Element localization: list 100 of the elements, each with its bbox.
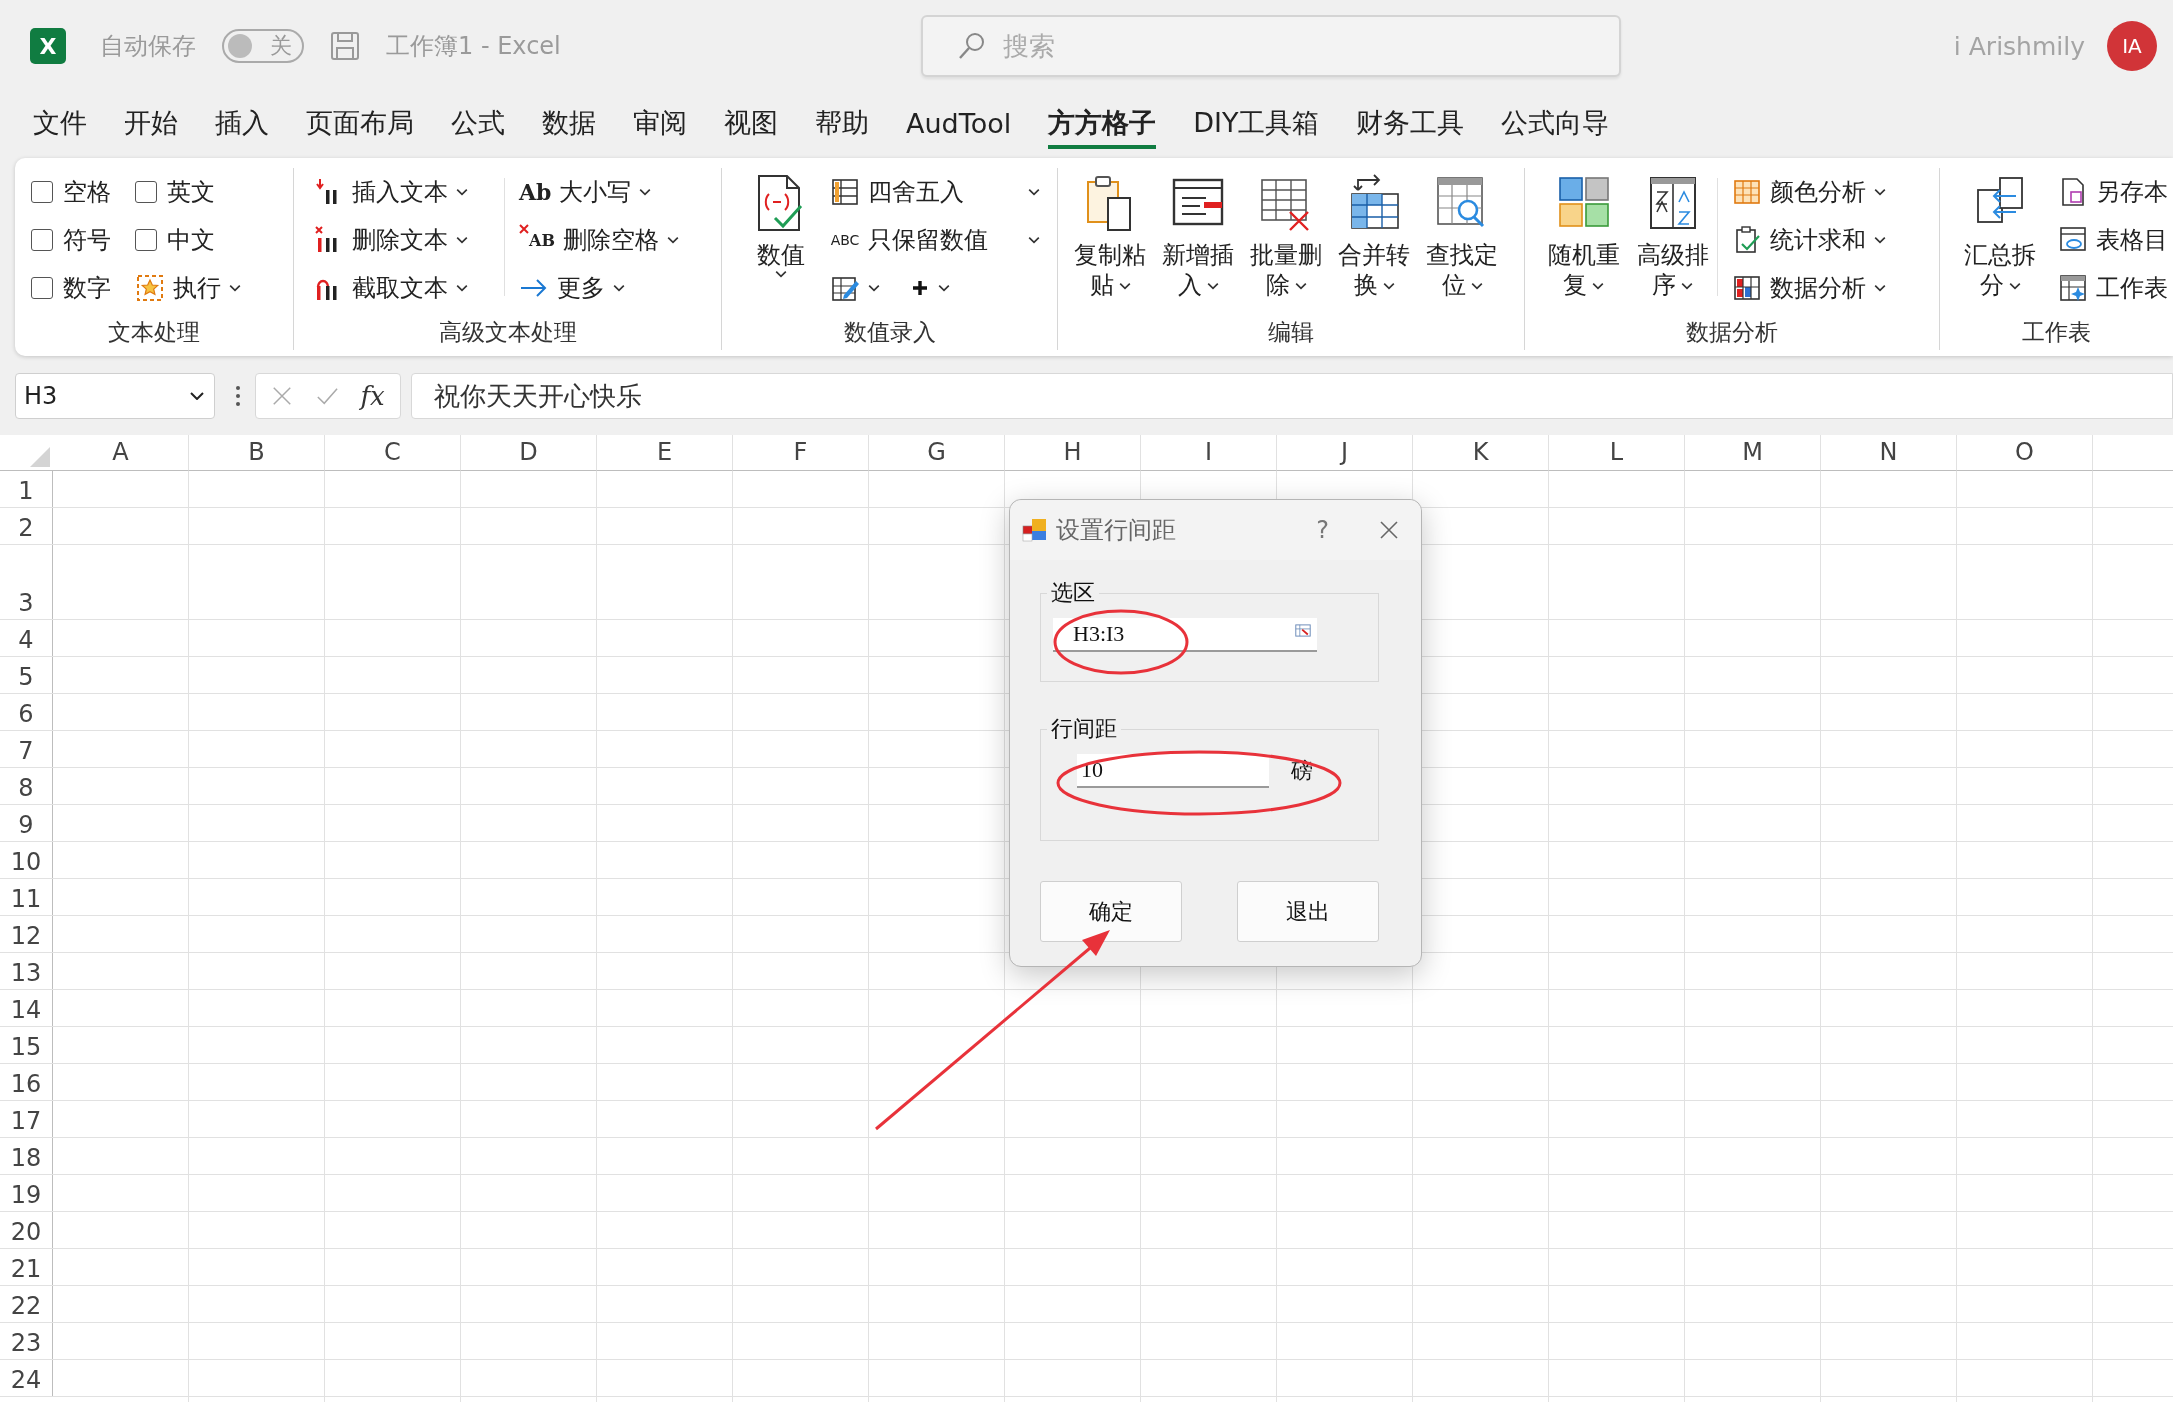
worksheet-tool-button[interactable]: 另存本 — [2058, 168, 2168, 216]
name-box[interactable]: H3 — [15, 373, 215, 419]
range-field[interactable]: H3:I3 — [1053, 618, 1317, 652]
checkbox[interactable] — [31, 181, 53, 203]
help-button[interactable]: ? — [1316, 516, 1329, 544]
grid-icon — [830, 177, 860, 207]
column-header[interactable]: G — [869, 435, 1005, 471]
menu-tab[interactable]: DIY工具箱 — [1193, 97, 1320, 149]
column-header[interactable]: H — [1005, 435, 1141, 471]
edit-tool-button[interactable]: 查找定位 — [1418, 168, 1506, 314]
menu-tab[interactable]: 页面布局 — [306, 97, 414, 149]
column-header[interactable]: A — [53, 435, 189, 471]
menu-tab[interactable]: 公式 — [451, 97, 505, 149]
menu-tab[interactable]: 帮助 — [815, 97, 869, 149]
cross-icon — [519, 224, 529, 234]
group-label: 工作表 — [2021, 318, 2092, 347]
column-header[interactable]: O — [1957, 435, 2093, 471]
checkmark-icon[interactable] — [315, 385, 338, 407]
chevron-down-icon — [190, 392, 204, 400]
number-tool-button[interactable]: ABC 只保留数值 — [830, 216, 1040, 264]
number-button[interactable]: 数值 — [742, 168, 820, 314]
user-name: i Arishmily — [1953, 31, 2085, 61]
app-squares-icon — [1022, 518, 1048, 542]
column-header[interactable]: K — [1413, 435, 1549, 471]
menu-tab[interactable]: 公式向导 — [1501, 97, 1610, 149]
insert-function-button[interactable]: fx — [360, 381, 385, 411]
text-tool-button[interactable]: AB 删除空格 — [519, 216, 679, 264]
checkbox-label: 英文 — [167, 177, 215, 208]
checkbox-label: 空格 — [63, 177, 111, 208]
checkbox-label: 中文 — [167, 225, 215, 256]
text-tool-button[interactable]: 截取文本 — [314, 264, 504, 312]
formula-field[interactable]: 祝你天天开心快乐 — [411, 373, 2173, 419]
menu-tab[interactable]: 开始 — [124, 97, 178, 149]
avatar[interactable]: IA — [2107, 21, 2157, 71]
menu-tab[interactable]: 文件 — [33, 97, 87, 149]
column-header[interactable]: B — [189, 435, 325, 471]
column-header[interactable]: C — [325, 435, 461, 471]
group-label: 选区 — [1050, 579, 1096, 607]
grid-icon — [1732, 177, 1762, 207]
text-tool-button[interactable]: 更多 — [519, 264, 679, 312]
menu-tab[interactable]: 审阅 — [633, 97, 687, 149]
worksheet-tool-button[interactable]: 工作表 — [2058, 264, 2168, 312]
dialog-button[interactable]: 确定 — [1040, 881, 1182, 942]
column-header[interactable]: E — [597, 435, 733, 471]
search-field[interactable]: 搜索 — [921, 15, 1621, 77]
summary-split-button[interactable]: 汇总拆分 — [1956, 168, 2044, 314]
caret-icon — [868, 284, 880, 292]
caret-icon — [1028, 188, 1040, 196]
menu-tab[interactable]: 数据 — [542, 97, 596, 149]
edit-tool-button[interactable]: 复制粘贴 — [1066, 168, 1154, 314]
menu-tab[interactable]: 视图 — [724, 97, 778, 149]
caret-icon — [229, 284, 241, 292]
menu-tab[interactable]: AudTool — [906, 99, 1012, 147]
column-header[interactable]: L — [1549, 435, 1685, 471]
analysis-tool-button[interactable]: 高级排序 — [1628, 168, 1717, 314]
dialog-title: 设置行间距 — [1056, 515, 1177, 546]
range-picker-icon[interactable] — [1295, 624, 1311, 637]
close-icon[interactable] — [1379, 520, 1399, 540]
analysis-tool-button[interactable]: 数据分析 — [1732, 264, 1886, 312]
caret-icon — [2008, 282, 2021, 290]
analysis-tool-button[interactable]: 颜色分析 — [1732, 168, 1886, 216]
checkbox[interactable] — [31, 229, 53, 251]
column-header[interactable]: F — [733, 435, 869, 471]
caret-icon — [775, 270, 787, 278]
menu-tab[interactable]: 插入 — [215, 97, 269, 149]
caret-icon — [1874, 188, 1886, 196]
caret-icon — [1206, 282, 1219, 290]
autosave-label: 自动保存 — [100, 31, 196, 62]
text-tool-button[interactable]: Ab 大小写 — [519, 168, 679, 216]
column-header[interactable]: N — [1821, 435, 1957, 471]
edit-tool-button[interactable]: 合并转换 — [1330, 168, 1418, 314]
column-header[interactable]: I — [1141, 435, 1277, 471]
star-frame-icon — [135, 273, 165, 303]
checkbox-label: 符号 — [63, 225, 111, 256]
edit-tool-button[interactable]: 新增插入 — [1154, 168, 1242, 314]
caret-icon — [1592, 282, 1604, 290]
menu-tab[interactable]: 方方格子 — [1048, 97, 1157, 149]
analysis-tool-button[interactable]: 统计求和 — [1732, 216, 1886, 264]
more-options-icon[interactable] — [235, 384, 241, 408]
number-tool-button[interactable]: 四舍五入 — [830, 168, 1040, 216]
grid-icon — [1732, 273, 1762, 303]
run-button[interactable]: 执行 — [135, 264, 255, 312]
checkbox[interactable] — [135, 229, 157, 251]
edit-tool-button[interactable]: 批量删除 — [1242, 168, 1330, 314]
worksheet-tool-button[interactable]: 表格目 — [2058, 216, 2168, 264]
table-sparkle-icon — [2058, 273, 2088, 303]
dialog-button[interactable]: 退出 — [1237, 881, 1379, 942]
text-tool-button[interactable]: 删除文本 — [314, 216, 504, 264]
group-label: 数值录入 — [842, 318, 937, 347]
text-tool-button[interactable]: 插入文本 — [314, 168, 504, 216]
column-header[interactable]: D — [461, 435, 597, 471]
checkbox[interactable] — [135, 181, 157, 203]
checkbox[interactable] — [31, 277, 53, 299]
caret-icon — [456, 284, 468, 292]
caret-icon — [1294, 282, 1307, 290]
analysis-tool-button[interactable]: 随机重复 — [1539, 168, 1628, 314]
caret-icon — [1382, 282, 1395, 290]
column-header[interactable]: J — [1277, 435, 1413, 471]
menu-tab[interactable]: 财务工具 — [1356, 97, 1465, 149]
column-header[interactable]: M — [1685, 435, 1821, 471]
